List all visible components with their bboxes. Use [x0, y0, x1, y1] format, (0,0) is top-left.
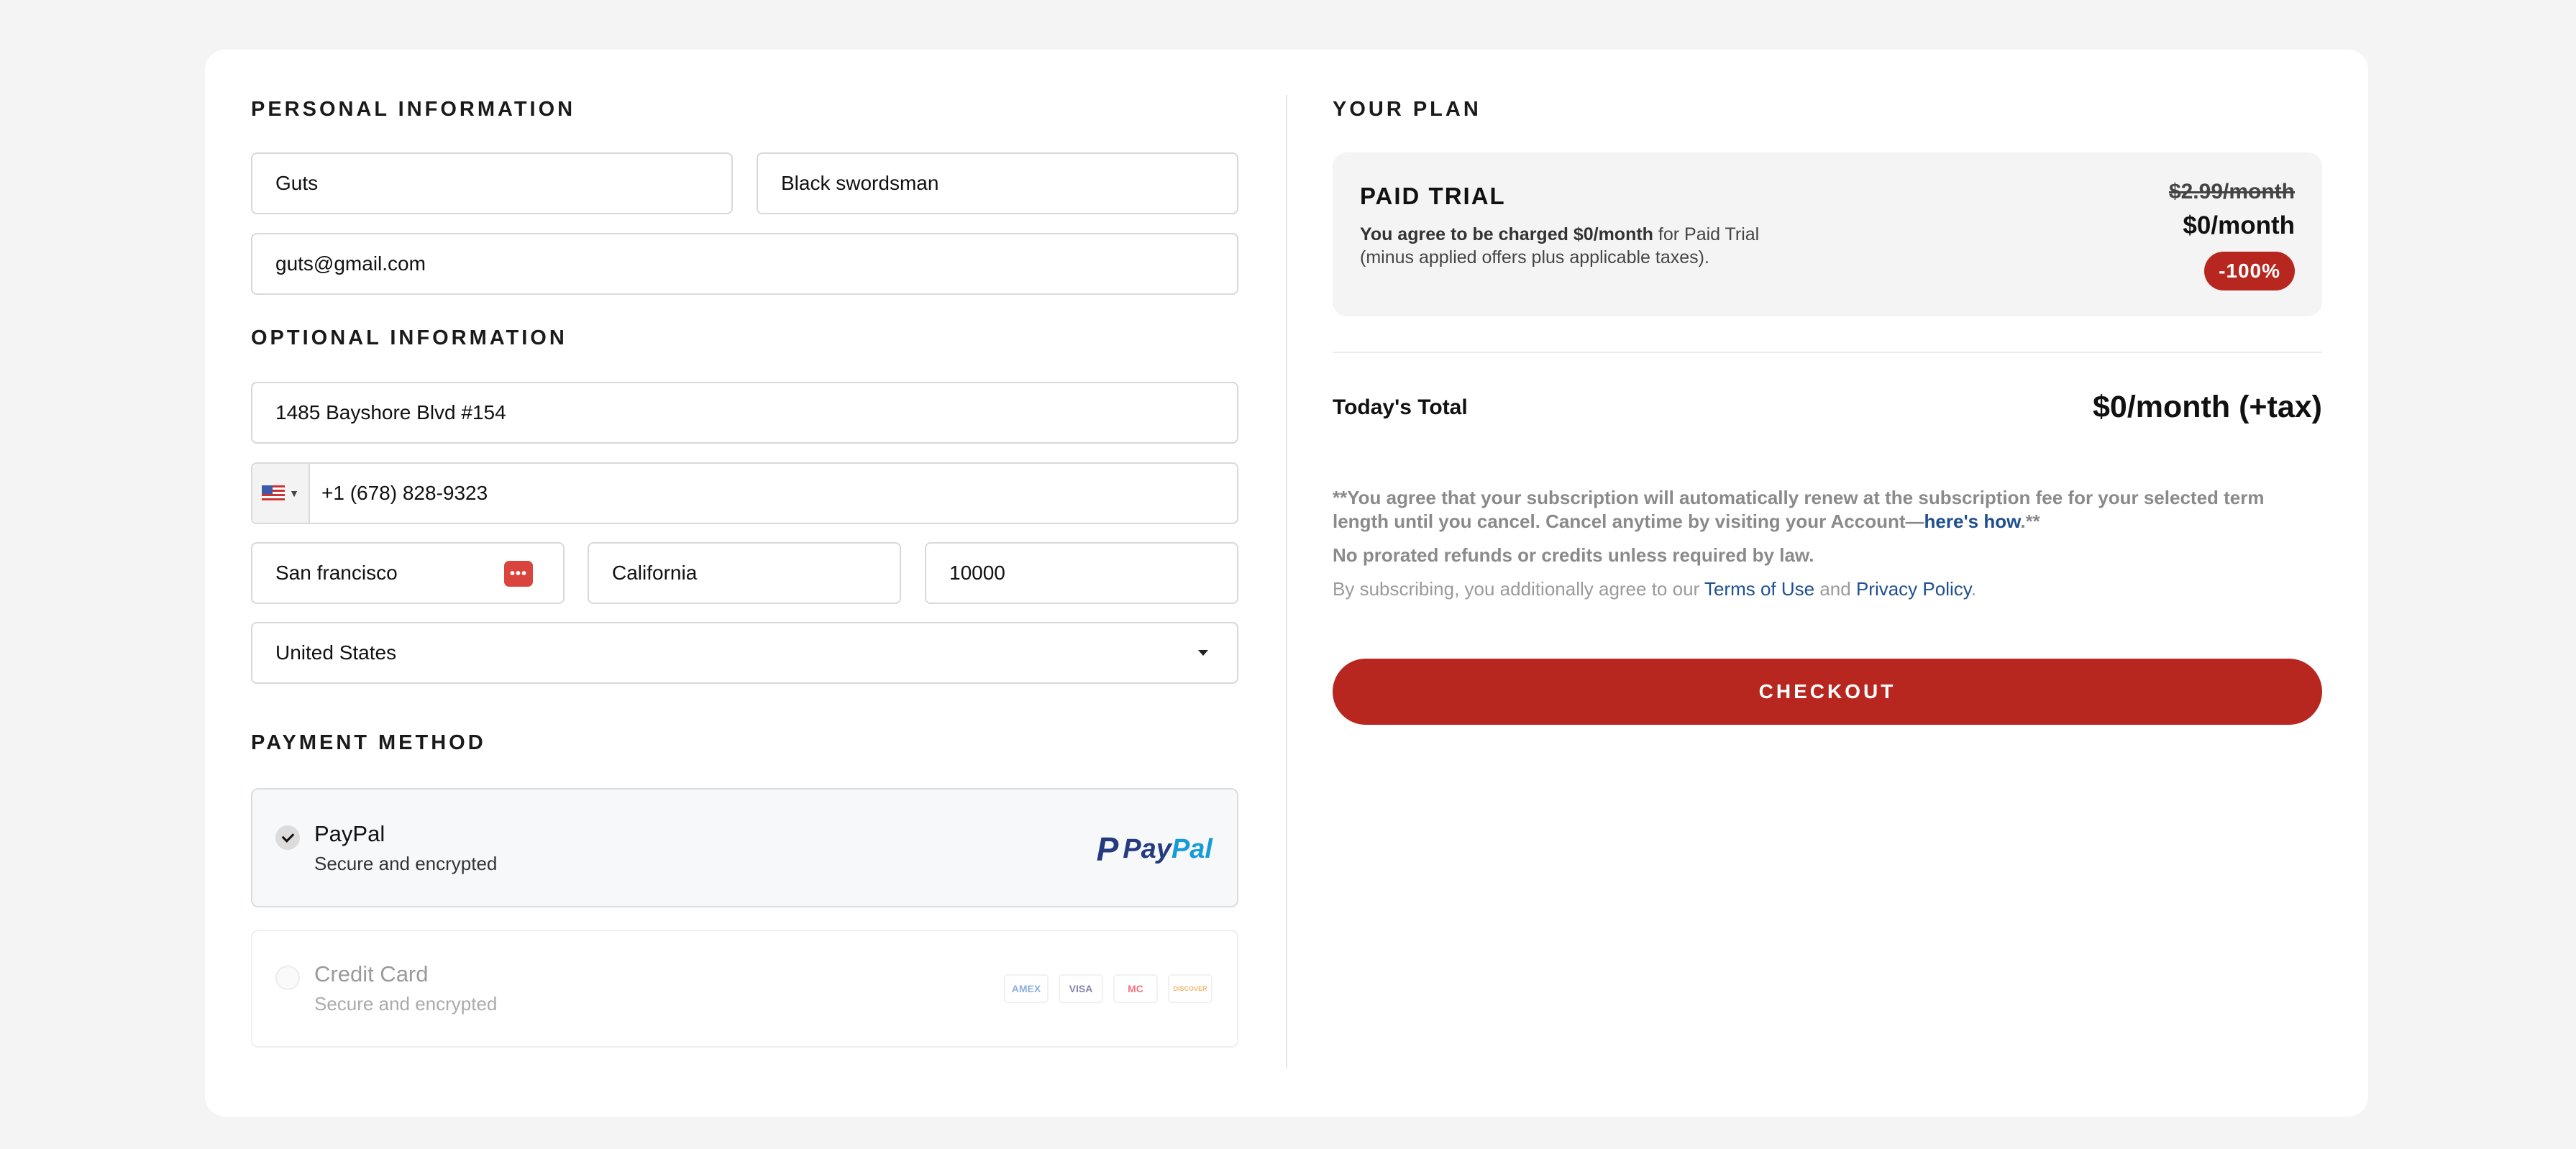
refund-notice: No prorated refunds or credits unless re… [1333, 544, 1814, 566]
dropdown-caret-icon [1198, 650, 1208, 656]
column-divider [1286, 95, 1287, 1068]
plan-desc-line2: (minus applied offers plus applicable ta… [1360, 247, 1709, 267]
paypal-radio[interactable] [275, 825, 300, 850]
todays-total-value: $0/month (+tax) [2093, 390, 2322, 424]
your-plan-title: YOUR PLAN [1333, 98, 1481, 121]
country-selected-value: United States [275, 641, 397, 664]
card-brands: AMEX VISA MC DISCOVER [1004, 974, 1212, 1003]
first-name-field[interactable] [251, 152, 733, 214]
todays-total-label: Today's Total [1333, 395, 1468, 419]
payment-option-paypal[interactable]: PayPal Secure and encrypted P PayPal [251, 788, 1238, 907]
paypal-logo-pal: Pal [1171, 833, 1212, 864]
zip-input[interactable] [949, 562, 1237, 585]
checkout-button[interactable]: CHECKOUT [1333, 659, 2322, 725]
first-name-input[interactable] [275, 172, 731, 195]
plan-desc-bold: You agree to be charged $0/month [1360, 224, 1653, 244]
renewal-end: .** [2020, 511, 2040, 532]
visa-icon: VISA [1059, 974, 1103, 1003]
mastercard-icon: MC [1113, 974, 1158, 1003]
country-code-selector[interactable]: ▼ [252, 464, 310, 523]
phone-input[interactable] [321, 482, 1237, 505]
city-field[interactable]: ••• [251, 542, 565, 604]
terms-and: and [1814, 578, 1856, 600]
email-field[interactable] [251, 233, 1238, 295]
terms-of-use-link[interactable]: Terms of Use [1704, 578, 1814, 600]
paypal-sublabel: Secure and encrypted [314, 853, 498, 874]
paypal-p-icon: P [1096, 830, 1119, 868]
new-price: $0/month [2183, 211, 2295, 239]
payment-method-title: PAYMENT METHOD [251, 731, 486, 754]
heres-how-link[interactable]: here's how [1924, 511, 2021, 532]
address-input[interactable] [275, 401, 1237, 424]
password-manager-icon[interactable]: ••• [504, 561, 533, 587]
zip-field[interactable] [925, 542, 1238, 604]
paypal-label: PayPal [314, 821, 385, 846]
credit-card-label: Credit Card [314, 961, 429, 987]
us-flag-icon [262, 485, 286, 501]
credit-card-radio[interactable] [275, 966, 300, 990]
credit-card-sublabel: Secure and encrypted [314, 993, 498, 1015]
city-input[interactable] [275, 562, 491, 585]
plan-summary: PAID TRIAL You agree to be charged $0/mo… [1333, 152, 2322, 316]
discount-badge: -100% [2204, 252, 2295, 290]
terms-notice: By subscribing, you additionally agree t… [1333, 577, 2322, 601]
last-name-input[interactable] [781, 172, 1237, 195]
payment-option-credit-card[interactable]: Credit Card Secure and encrypted AMEX VI… [251, 930, 1238, 1048]
amex-icon: AMEX [1004, 974, 1049, 1003]
check-icon [281, 830, 294, 843]
terms-prefix: By subscribing, you additionally agree t… [1333, 578, 1704, 600]
personal-info-title: PERSONAL INFORMATION [251, 98, 576, 121]
paypal-logo: P PayPal [1097, 830, 1212, 869]
plan-description: You agree to be charged $0/month for Pai… [1360, 223, 1878, 269]
country-select[interactable]: United States [251, 622, 1238, 684]
chevron-down-icon: ▼ [289, 487, 299, 499]
old-price: $2.99/month [2168, 180, 2295, 203]
last-name-field[interactable] [757, 152, 1238, 214]
terms-period: . [1970, 578, 1977, 600]
privacy-policy-link[interactable]: Privacy Policy [1856, 578, 1971, 600]
phone-field[interactable]: ▼ [251, 462, 1238, 524]
address-field[interactable] [251, 382, 1238, 444]
email-input[interactable] [275, 252, 1237, 275]
renewal-text: **You agree that your subscription will … [1333, 487, 2265, 532]
discover-icon: DISCOVER [1168, 974, 1212, 1003]
plan-name: PAID TRIAL [1360, 183, 1506, 209]
optional-info-title: OPTIONAL INFORMATION [251, 326, 567, 349]
renewal-notice: **You agree that your subscription will … [1333, 486, 2322, 534]
state-input[interactable] [612, 562, 900, 585]
state-field[interactable] [588, 542, 901, 604]
plan-divider [1333, 352, 2322, 353]
paypal-logo-pay: Pay [1123, 833, 1171, 864]
plan-desc-rest: for Paid Trial [1653, 224, 1760, 244]
